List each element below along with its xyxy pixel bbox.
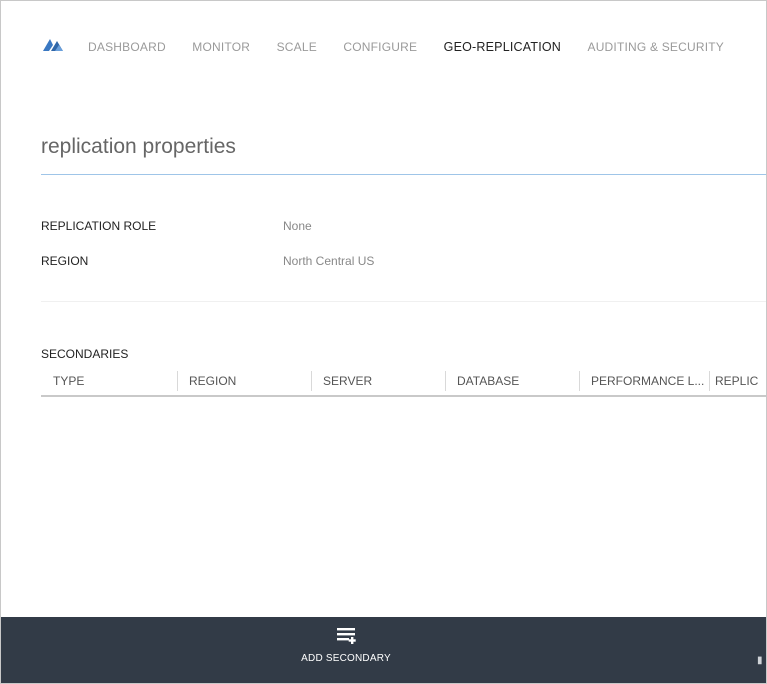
- nav-tabs: DASHBOARD MONITOR SCALE CONFIGURE GEO-RE…: [88, 38, 746, 56]
- add-secondary-icon: [337, 628, 356, 644]
- tab-dashboard[interactable]: DASHBOARD: [88, 40, 166, 54]
- tab-geo-replication[interactable]: GEO-REPLICATION: [444, 40, 561, 54]
- property-value: None: [283, 219, 312, 233]
- add-secondary-label: ADD SECONDARY: [301, 653, 391, 664]
- tab-auditing-security[interactable]: AUDITING & SECURITY: [587, 40, 723, 54]
- column-header-region[interactable]: REGION: [177, 367, 311, 395]
- secondaries-table-header: TYPE REGION SERVER DATABASE PERFORMANCE …: [41, 367, 766, 395]
- column-separator: [709, 371, 710, 391]
- truncated-command-glyph: ▮: [757, 655, 763, 666]
- column-header-database[interactable]: DATABASE: [445, 367, 579, 395]
- portal-window: DASHBOARD MONITOR SCALE CONFIGURE GEO-RE…: [0, 0, 767, 684]
- secondaries-title: SECONDARIES: [41, 347, 129, 361]
- column-header-type[interactable]: TYPE: [41, 367, 177, 395]
- table-header-underline: [41, 395, 766, 397]
- column-header-server[interactable]: SERVER: [311, 367, 445, 395]
- column-header-performance-level[interactable]: PERFORMANCE L...: [579, 367, 709, 395]
- column-header-replication[interactable]: REPLIC: [711, 367, 766, 395]
- top-navigation: DASHBOARD MONITOR SCALE CONFIGURE GEO-RE…: [1, 1, 766, 91]
- tab-scale[interactable]: SCALE: [277, 40, 317, 54]
- property-value: North Central US: [283, 254, 375, 268]
- tab-configure[interactable]: CONFIGURE: [343, 40, 417, 54]
- property-label: REGION: [41, 254, 89, 268]
- property-label: REPLICATION ROLE: [41, 219, 157, 233]
- divider: [41, 301, 766, 302]
- command-bar: ADD SECONDARY ▮: [1, 617, 766, 683]
- tab-monitor[interactable]: MONITOR: [192, 40, 250, 54]
- add-secondary-button[interactable]: ADD SECONDARY: [291, 627, 401, 679]
- section-title-divider: [41, 174, 766, 175]
- database-logo-icon: [43, 39, 63, 51]
- section-title: replication properties: [41, 135, 236, 158]
